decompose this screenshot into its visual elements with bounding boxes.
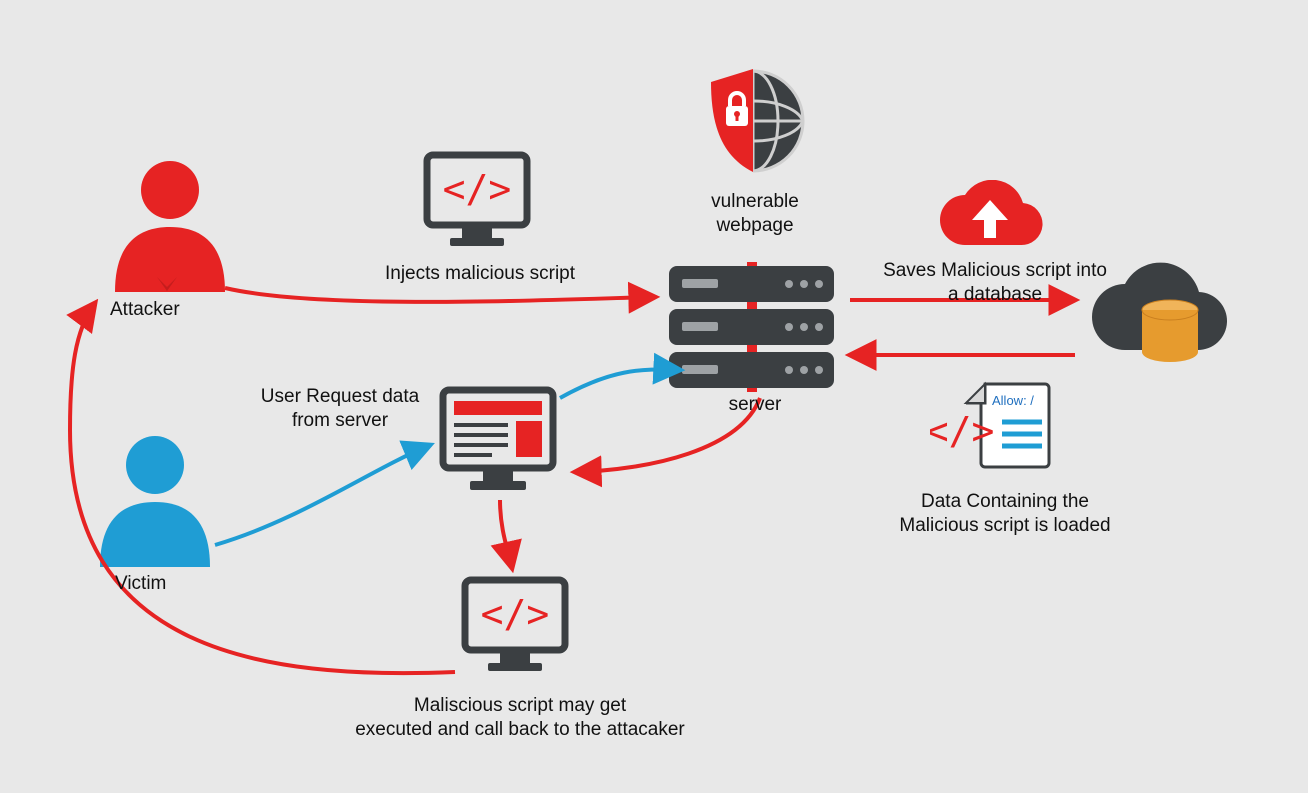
saves-db-label: Saves Malicious script into a database [870,259,1120,307]
data-loaded-label: Data Containing the Malicious script is … [885,490,1125,538]
cloud-upload-icon [930,180,1050,255]
allow-file-text: Allow: / [992,393,1034,408]
arrow-browser-to-script [500,500,512,568]
server-label: server [715,393,795,417]
attacker-icon [105,157,235,292]
diagram-stage: </> [0,0,1308,793]
victim-icon [90,432,220,567]
svg-text:</>: </> [930,409,994,453]
injects-label: Injects malicious script [360,262,600,286]
svg-text:</>: </> [443,167,512,211]
server-stack-icon [664,262,839,392]
attacker-label: Attacker [110,298,210,322]
user-request-label: User Request data from server [240,385,440,433]
arrow-victim-to-browser [215,445,430,545]
arrow-injects [225,288,655,302]
vulnerable-webpage-label: vulnerable webpage [700,190,810,238]
svg-text:</>: </> [481,592,550,636]
malicious-exec-label: Maliscious script may get executed and c… [335,694,705,742]
monitor-code-bottom-icon: </> [460,575,570,675]
shield-globe-icon [693,64,813,179]
victim-label: Victim [115,572,205,596]
monitor-code-top-icon: </> [422,150,532,250]
monitor-browser-icon [438,385,558,495]
arrows-overlay [0,0,1308,793]
arrow-browser-to-server [560,369,680,398]
allow-file-icon: Allow: / </> [930,378,1065,478]
